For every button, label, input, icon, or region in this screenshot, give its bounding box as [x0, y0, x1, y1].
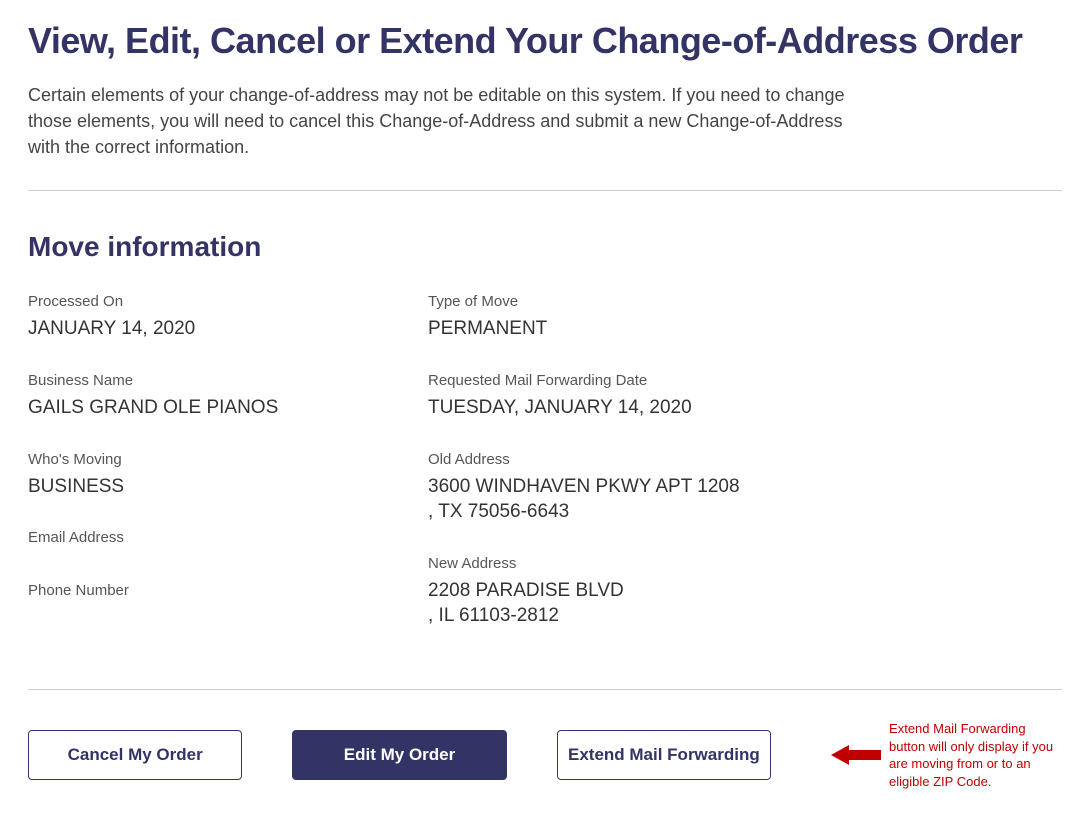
field-type-of-move: Type of Move PERMANENT [428, 293, 768, 342]
field-phone: Phone Number [28, 582, 368, 605]
divider-top [28, 190, 1062, 191]
cancel-order-button[interactable]: Cancel My Order [28, 730, 242, 780]
arrow-left-icon [831, 743, 881, 767]
annotation-text: Extend Mail Forwarding button will only … [889, 720, 1062, 790]
value-old-address: 3600 WINDHAVEN PKWY APT 1208 , TX 75056-… [428, 474, 768, 525]
intro-paragraph: Certain elements of your change-of-addre… [28, 82, 878, 160]
value-whos-moving: BUSINESS [28, 474, 368, 500]
field-forwarding-date: Requested Mail Forwarding Date TUESDAY, … [428, 372, 768, 421]
annotation: Extend Mail Forwarding button will only … [831, 720, 1062, 790]
button-row: Cancel My Order Edit My Order Extend Mai… [28, 720, 1062, 790]
divider-bottom [28, 689, 1062, 690]
label-whos-moving: Who's Moving [28, 451, 368, 468]
info-column-left: Processed On JANUARY 14, 2020 Business N… [28, 293, 368, 659]
label-new-address: New Address [428, 555, 768, 572]
label-business-name: Business Name [28, 372, 368, 389]
move-info-grid: Processed On JANUARY 14, 2020 Business N… [28, 293, 1062, 659]
extend-mail-forwarding-button[interactable]: Extend Mail Forwarding [557, 730, 771, 780]
field-business-name: Business Name GAILS GRAND OLE PIANOS [28, 372, 368, 421]
field-new-address: New Address 2208 PARADISE BLVD , IL 6110… [428, 555, 768, 629]
value-type-of-move: PERMANENT [428, 316, 768, 342]
field-email: Email Address [28, 529, 368, 552]
field-whos-moving: Who's Moving BUSINESS [28, 451, 368, 500]
section-title-move-info: Move information [28, 231, 1062, 263]
label-old-address: Old Address [428, 451, 768, 468]
value-business-name: GAILS GRAND OLE PIANOS [28, 395, 368, 421]
field-processed-on: Processed On JANUARY 14, 2020 [28, 293, 368, 342]
label-email: Email Address [28, 529, 368, 546]
info-column-right: Type of Move PERMANENT Requested Mail Fo… [428, 293, 768, 659]
value-new-address: 2208 PARADISE BLVD , IL 61103-2812 [428, 578, 768, 629]
value-processed-on: JANUARY 14, 2020 [28, 316, 368, 342]
page-title: View, Edit, Cancel or Extend Your Change… [28, 20, 1062, 62]
value-forwarding-date: TUESDAY, JANUARY 14, 2020 [428, 395, 768, 421]
label-processed-on: Processed On [28, 293, 368, 310]
label-type-of-move: Type of Move [428, 293, 768, 310]
edit-order-button[interactable]: Edit My Order [292, 730, 506, 780]
label-forwarding-date: Requested Mail Forwarding Date [428, 372, 768, 389]
label-phone: Phone Number [28, 582, 368, 599]
field-old-address: Old Address 3600 WINDHAVEN PKWY APT 1208… [428, 451, 768, 525]
